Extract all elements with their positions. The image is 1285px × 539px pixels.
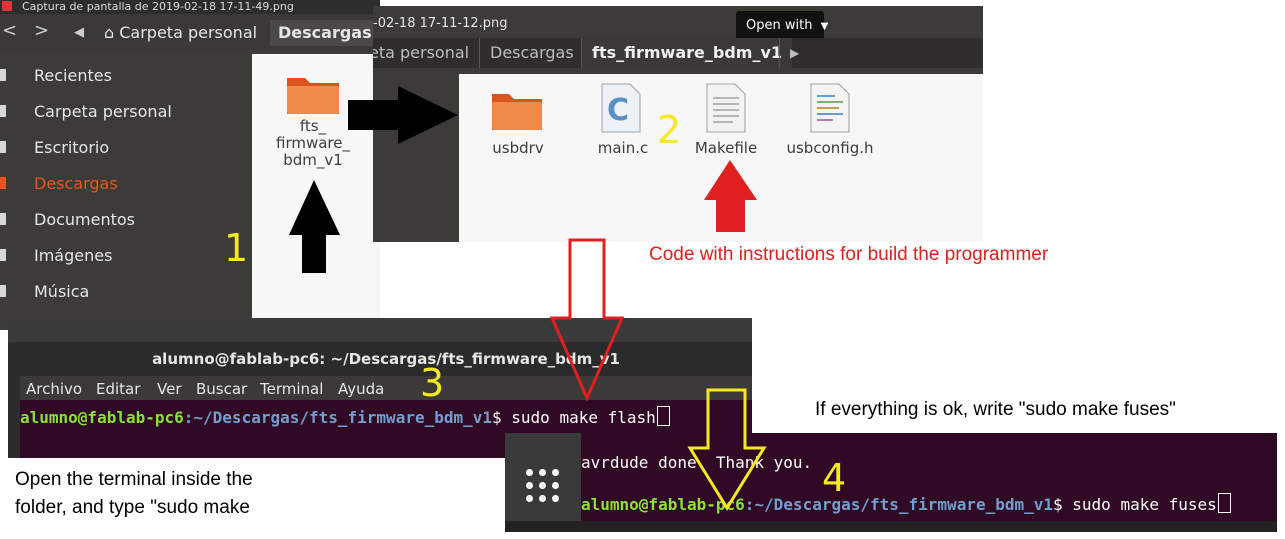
red-up-arrow — [704, 160, 757, 232]
step-3-label: 3 — [420, 361, 445, 405]
red-down-arrow — [549, 238, 625, 402]
black-up-arrow — [289, 180, 340, 273]
fuses-note: If everything is ok, write "sudo make fu… — [815, 399, 1176, 420]
yellow-down-arrow — [687, 388, 767, 511]
annotation-arrows — [289, 86, 767, 511]
step-1-label: 1 — [224, 226, 249, 270]
step-4-label: 4 — [822, 456, 847, 500]
terminal-note-line-2: folder, and type "sudo make — [15, 497, 250, 518]
black-right-arrow — [348, 86, 458, 144]
step-2-label: 2 — [657, 108, 682, 152]
terminal-note-line-1: Open the terminal inside the — [15, 469, 253, 490]
makefile-note: Code with instructions for build the pro… — [649, 244, 1049, 265]
